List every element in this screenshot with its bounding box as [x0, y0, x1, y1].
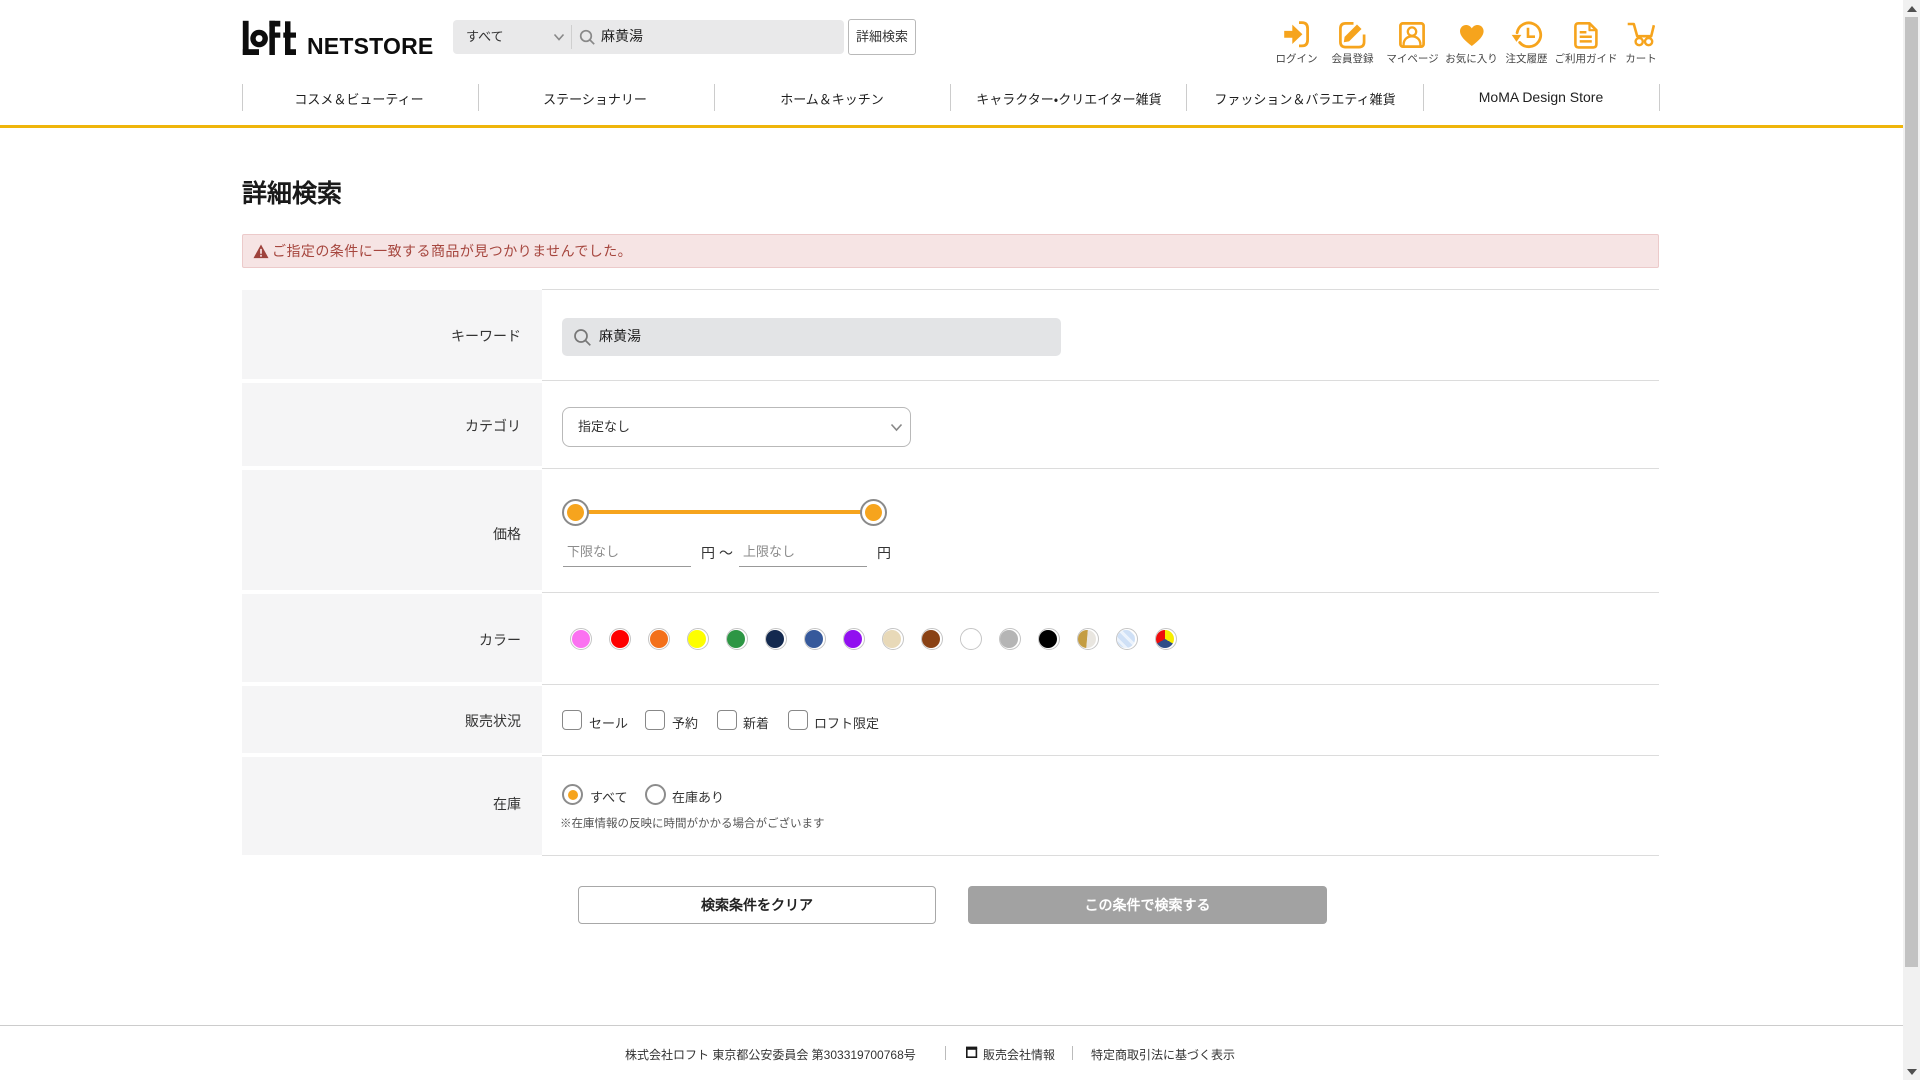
svg-text:NETSTORE: NETSTORE — [307, 33, 433, 56]
